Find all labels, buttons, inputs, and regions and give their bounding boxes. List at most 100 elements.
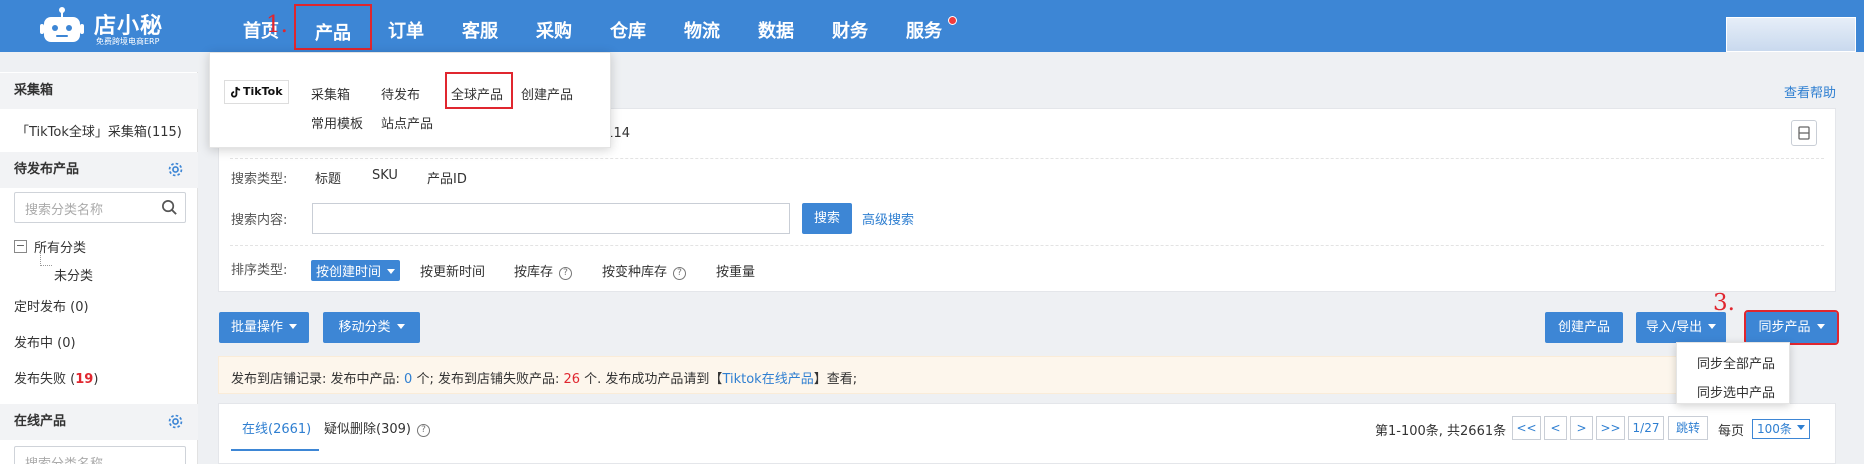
sync-products-label: 同步产品	[1758, 320, 1811, 335]
notice-suffix: 】查看;	[813, 372, 858, 387]
search-type-sku[interactable]: SKU	[372, 168, 398, 183]
step-1-marker: 1.	[266, 12, 288, 38]
jump-button[interactable]: 跳转	[1668, 416, 1708, 440]
notice-failed-count[interactable]: 26	[563, 372, 580, 387]
collapse-panel-button[interactable]	[1791, 120, 1817, 146]
chevron-down-icon	[1797, 425, 1805, 430]
search-type-product-id[interactable]: 产品ID	[427, 168, 467, 187]
sidebar-item-tiktok-collect[interactable]: 「TikTok全球」采集箱(115)	[16, 121, 182, 140]
failed-label-prefix: 发布失败 (	[14, 372, 76, 387]
batch-operations-label: 批量操作	[230, 320, 283, 335]
chevron-down-icon	[396, 324, 405, 329]
active-tab-indicator	[231, 449, 319, 451]
logo[interactable]: 店小秘 免费跨境电商ERP	[40, 4, 190, 48]
per-page-label: 每页	[1718, 424, 1745, 439]
sort-by-stock-label: 按库存	[514, 265, 554, 280]
menu-pending-publish[interactable]: 待发布	[381, 84, 420, 103]
chevron-down-icon	[289, 324, 297, 329]
notice-mid2: 个. 发布成功产品请到【	[580, 372, 723, 387]
sidebar-item-failed[interactable]: 发布失败 (19)	[14, 368, 98, 387]
nav-services[interactable]: 服务	[904, 0, 944, 52]
sidebar-item-publishing[interactable]: 发布中 (0)	[14, 332, 76, 351]
import-export-button[interactable]: 导入/导出	[1636, 312, 1726, 343]
sidebar-pending-title: 待发布产品	[14, 162, 80, 177]
sort-by-variant-stock-label: 按变种库存	[602, 265, 668, 280]
sidebar-online-title: 在线产品	[14, 414, 67, 429]
tree-uncategorized[interactable]: 未分类	[54, 265, 93, 284]
nav-products[interactable]: 产品	[294, 4, 372, 50]
help-icon[interactable]: ?	[673, 267, 687, 280]
advanced-search-link[interactable]: 高级搜索	[862, 209, 914, 228]
gear-icon[interactable]	[167, 413, 184, 430]
tree-collapse-toggle[interactable]: −	[14, 240, 27, 253]
sidebar-item-scheduled[interactable]: 定时发布 (0)	[14, 296, 89, 315]
failed-count: 19	[75, 372, 94, 387]
sort-by-weight[interactable]: 按重量	[716, 261, 755, 280]
menu-collect-box[interactable]: 采集箱	[311, 84, 350, 103]
global-products-highlight	[445, 72, 513, 109]
first-page-button[interactable]: <<	[1512, 416, 1541, 440]
tabs-bar	[218, 403, 1836, 464]
divider	[230, 245, 1824, 246]
menu-common-templates[interactable]: 常用模板	[311, 113, 363, 132]
sort-type-label: 排序类型:	[231, 263, 288, 278]
tree-connector	[40, 252, 52, 266]
online-category-search-placeholder: 搜索分类名称	[25, 453, 103, 464]
sort-by-variant-stock[interactable]: 按变种库存?	[602, 261, 687, 280]
sync-all-products-item[interactable]: 同步全部产品	[1697, 353, 1775, 372]
tiktok-platform-badge[interactable]: TikTok	[224, 80, 289, 104]
account-box[interactable]	[1726, 17, 1856, 52]
sort-by-stock[interactable]: 按库存?	[514, 261, 573, 280]
search-button[interactable]: 搜索	[802, 203, 852, 234]
category-search-input[interactable]: 搜索分类名称	[14, 192, 186, 223]
sync-selected-products-item[interactable]: 同步选中产品	[1697, 382, 1775, 401]
brand-subtitle: 免费跨境电商ERP	[96, 37, 160, 46]
help-link[interactable]: 查看帮助	[1784, 82, 1836, 101]
sort-by-updated-time[interactable]: 按更新时间	[420, 261, 485, 280]
last-page-button[interactable]: >>	[1596, 416, 1625, 440]
sidebar-online-header: 在线产品	[0, 404, 198, 440]
sync-products-button[interactable]: 同步产品	[1744, 310, 1839, 345]
gear-icon[interactable]	[167, 161, 184, 178]
sidebar-pending-header: 待发布产品	[0, 152, 198, 188]
pagination-summary: 第1-100条, 共2661条	[1375, 424, 1507, 439]
sort-by-created-time[interactable]: 按创建时间	[311, 260, 401, 281]
nav-purchasing[interactable]: 采购	[534, 0, 574, 52]
move-category-button[interactable]: 移动分类	[323, 312, 420, 343]
nav-orders[interactable]: 订单	[386, 0, 426, 52]
next-page-button[interactable]: >	[1570, 416, 1593, 440]
menu-create-product[interactable]: 创建产品	[521, 84, 573, 103]
sort-by-created-time-label: 按创建时间	[316, 265, 382, 280]
divider	[230, 158, 1824, 159]
tiktok-icon	[230, 86, 241, 98]
tab-online[interactable]: 在线(2661)	[242, 418, 311, 437]
per-page-select[interactable]: 100条	[1752, 419, 1810, 439]
menu-site-products[interactable]: 站点产品	[381, 113, 433, 132]
import-export-label: 导入/导出	[1645, 320, 1703, 335]
help-icon[interactable]: ?	[559, 267, 573, 280]
chevron-down-icon	[1708, 324, 1717, 329]
tab-suspected-deleted[interactable]: 疑似删除(309)?	[324, 418, 430, 437]
notice-mid1: 个; 发布到店铺失败产品:	[412, 372, 564, 387]
batch-operations-button[interactable]: 批量操作	[219, 312, 309, 343]
nav-customer-service[interactable]: 客服	[460, 0, 500, 52]
search-content-input[interactable]	[312, 203, 790, 234]
search-type-title[interactable]: 标题	[315, 168, 341, 187]
search-content-label: 搜索内容:	[231, 213, 288, 228]
publish-notice: 发布到店铺记录: 发布中产品: 0 个; 发布到店铺失败产品: 26 个. 发布…	[218, 356, 1684, 394]
nav-logistics[interactable]: 物流	[682, 0, 722, 52]
prev-page-button[interactable]: <	[1544, 416, 1567, 440]
tiktok-label: TikTok	[243, 85, 283, 98]
search-icon[interactable]	[161, 199, 178, 216]
tiktok-online-products-link[interactable]: Tiktok在线产品	[722, 372, 813, 387]
failed-label-suffix: )	[93, 372, 99, 387]
nav-finance[interactable]: 财务	[830, 0, 870, 52]
create-product-button[interactable]: 创建产品	[1545, 312, 1623, 343]
online-category-search-input[interactable]: 搜索分类名称	[14, 446, 186, 464]
nav-warehouse[interactable]: 仓库	[608, 0, 648, 52]
page-indicator[interactable]: 1/27	[1628, 416, 1664, 440]
publish-notice-text: 发布到店铺记录: 发布中产品: 0 个; 发布到店铺失败产品: 26 个. 发布…	[231, 368, 857, 387]
help-icon[interactable]: ?	[416, 424, 430, 437]
nav-data[interactable]: 数据	[756, 0, 796, 52]
collapse-icon	[1798, 126, 1810, 140]
